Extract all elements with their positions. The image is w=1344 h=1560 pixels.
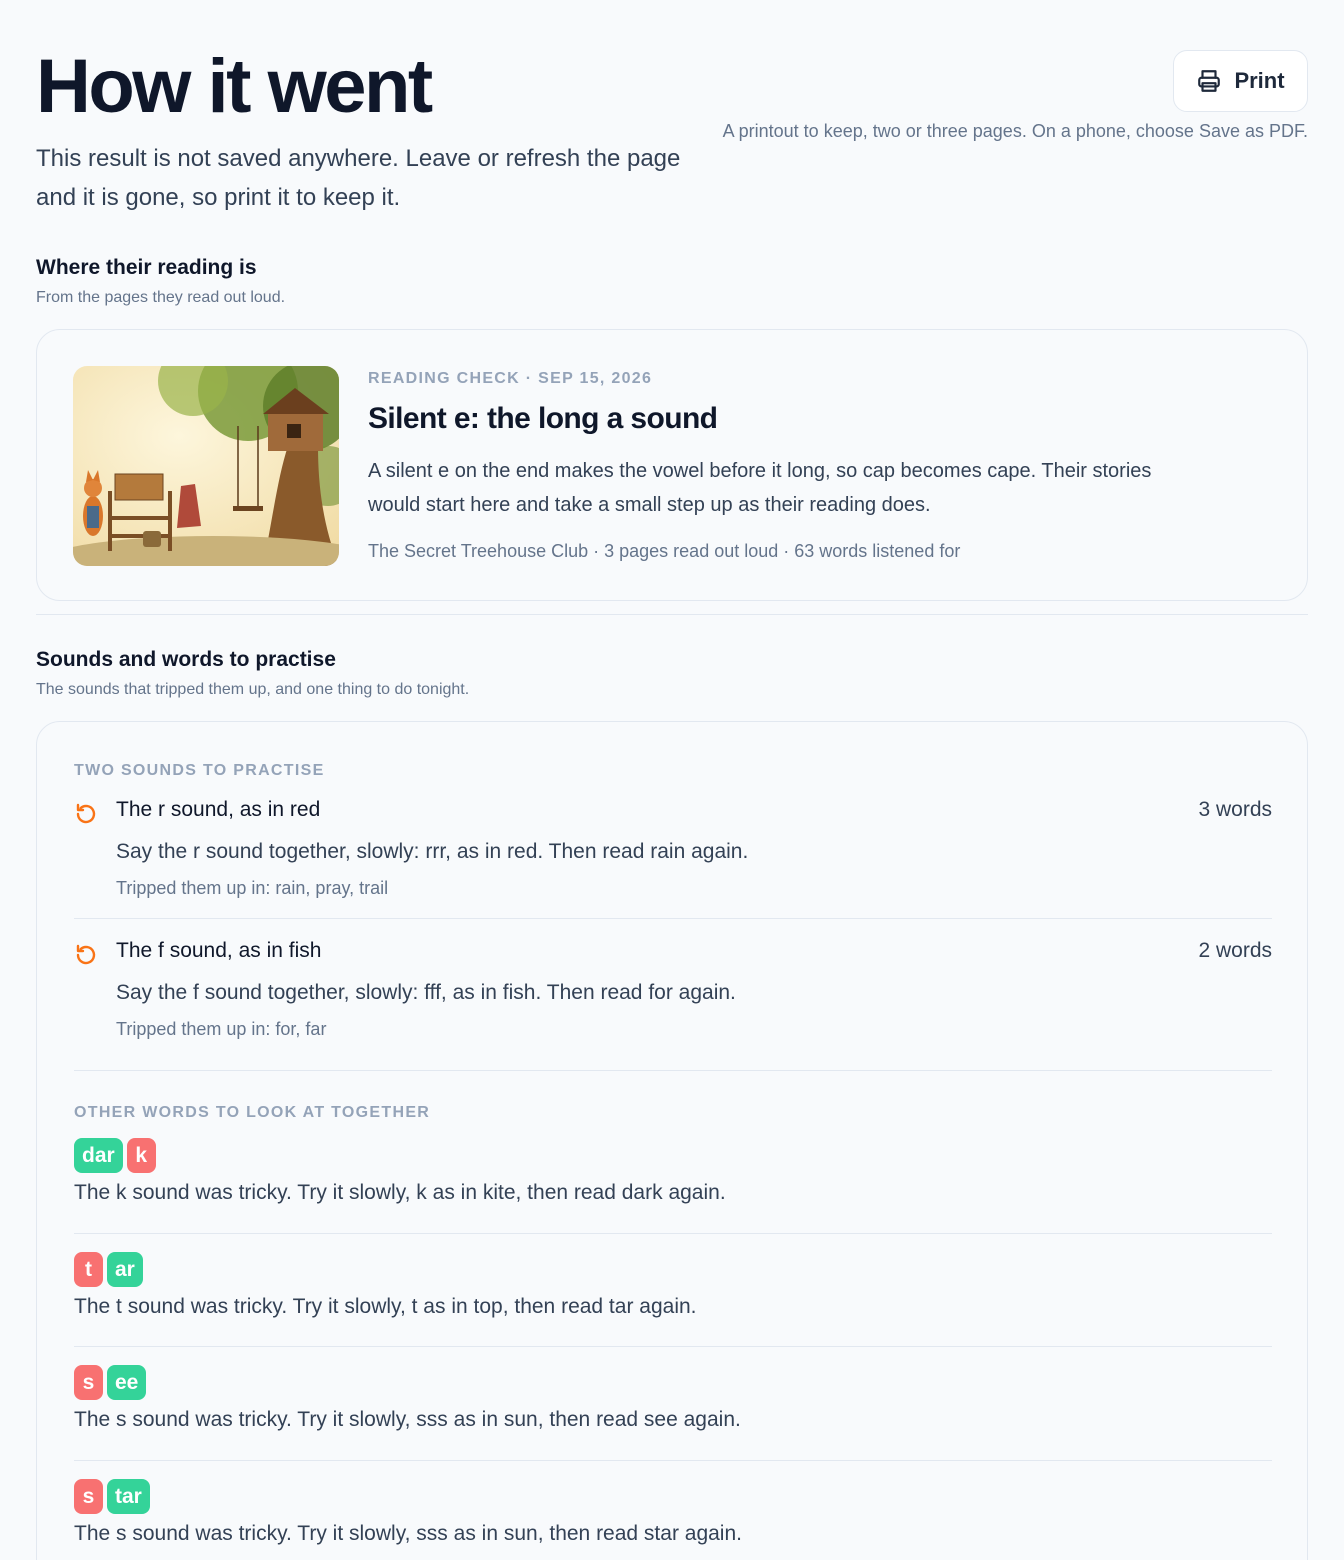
reading-meta: The Secret Treehouse Club · 3 pages read…	[368, 541, 961, 561]
book-cover-image	[73, 366, 339, 566]
sound-word-count: 2 words	[1198, 939, 1272, 962]
sound-chip-ok: tar	[107, 1479, 150, 1514]
sound-tripped-words: Tripped them up in: for, far	[116, 1019, 327, 1039]
sound-tip: Say the f sound together, slowly: fff, a…	[116, 981, 736, 1004]
sound-item: The r sound, as in red 3 words Say the r…	[74, 798, 1272, 898]
sound-chip-tricky: s	[74, 1479, 103, 1514]
word-divider	[74, 1346, 1272, 1347]
word-tip: The s sound was tricky. Try it slowly, s…	[74, 1522, 742, 1545]
practise-section-subtitle: The sounds that tripped them up, and one…	[36, 681, 470, 698]
word-item: t ar The t sound was tricky. Try it slow…	[74, 1252, 1272, 1319]
sound-divider	[74, 918, 1272, 919]
word-item: s ee The s sound was tricky. Try it slow…	[74, 1365, 1272, 1432]
reading-section-title: Where their reading is	[36, 256, 257, 279]
sound-tip: Say the r sound together, slowly: rrr, a…	[116, 840, 749, 863]
reading-check-card: READING CHECK · SEP 15, 2026 Silent e: t…	[36, 329, 1308, 601]
sound-word-count: 3 words	[1198, 798, 1272, 821]
word-chips: t ar	[74, 1252, 1272, 1287]
sound-tripped-words: Tripped them up in: rain, pray, trail	[116, 878, 389, 898]
group-divider	[74, 1070, 1272, 1071]
section-divider	[36, 614, 1308, 615]
reading-level-title: Silent e: the long a sound	[368, 402, 718, 435]
word-item: dar k The k sound was tricky. Try it slo…	[74, 1138, 1272, 1205]
word-chips: s ee	[74, 1365, 1272, 1400]
reading-check-label: READING CHECK · SEP 15, 2026	[368, 370, 653, 387]
word-divider	[74, 1233, 1272, 1234]
retry-icon	[74, 943, 98, 967]
sound-item: The f sound, as in fish 2 words Say the …	[74, 939, 1272, 1039]
word-tip: The t sound was tricky. Try it slowly, t…	[74, 1295, 697, 1318]
sound-chip-tricky: s	[74, 1365, 103, 1400]
reading-level-description: A silent e on the end makes the vowel be…	[368, 460, 1152, 516]
printer-icon	[1196, 68, 1222, 94]
word-tip: The k sound was tricky. Try it slowly, k…	[74, 1181, 726, 1204]
reading-section-subtitle: From the pages they read out loud.	[36, 289, 286, 306]
sound-chip-ok: ar	[107, 1252, 143, 1287]
word-divider	[74, 1460, 1272, 1461]
practise-section-title: Sounds and words to practise	[36, 648, 336, 671]
sound-chip-ok: dar	[74, 1138, 123, 1173]
print-button-label: Print	[1234, 68, 1285, 93]
print-button[interactable]: Print	[1173, 50, 1308, 112]
sound-chip-ok: ee	[107, 1365, 147, 1400]
practise-card: TWO SOUNDS TO PRACTISE The r sound, as i…	[36, 721, 1308, 1560]
sound-chip-tricky: t	[74, 1252, 103, 1287]
intro-text: This result is not saved anywhere. Leave…	[36, 145, 681, 211]
sounds-eyebrow: TWO SOUNDS TO PRACTISE	[74, 762, 325, 779]
other-words-eyebrow: OTHER WORDS TO LOOK AT TOGETHER	[74, 1104, 431, 1121]
word-chips: dar k	[74, 1138, 1272, 1173]
print-note: A printout to keep, two or three pages. …	[722, 121, 1308, 141]
word-chips: s tar	[74, 1479, 1272, 1514]
sound-title: The r sound, as in red	[116, 798, 321, 821]
sound-chip-tricky: k	[126, 1138, 156, 1173]
word-tip: The s sound was tricky. Try it slowly, s…	[74, 1408, 741, 1431]
page-title: How it went	[36, 44, 433, 129]
word-item: s tar The s sound was tricky. Try it slo…	[74, 1479, 1272, 1546]
retry-icon	[74, 802, 98, 826]
sound-title: The f sound, as in fish	[116, 939, 322, 962]
results-page: How it went This result is not saved any…	[0, 0, 1344, 1560]
